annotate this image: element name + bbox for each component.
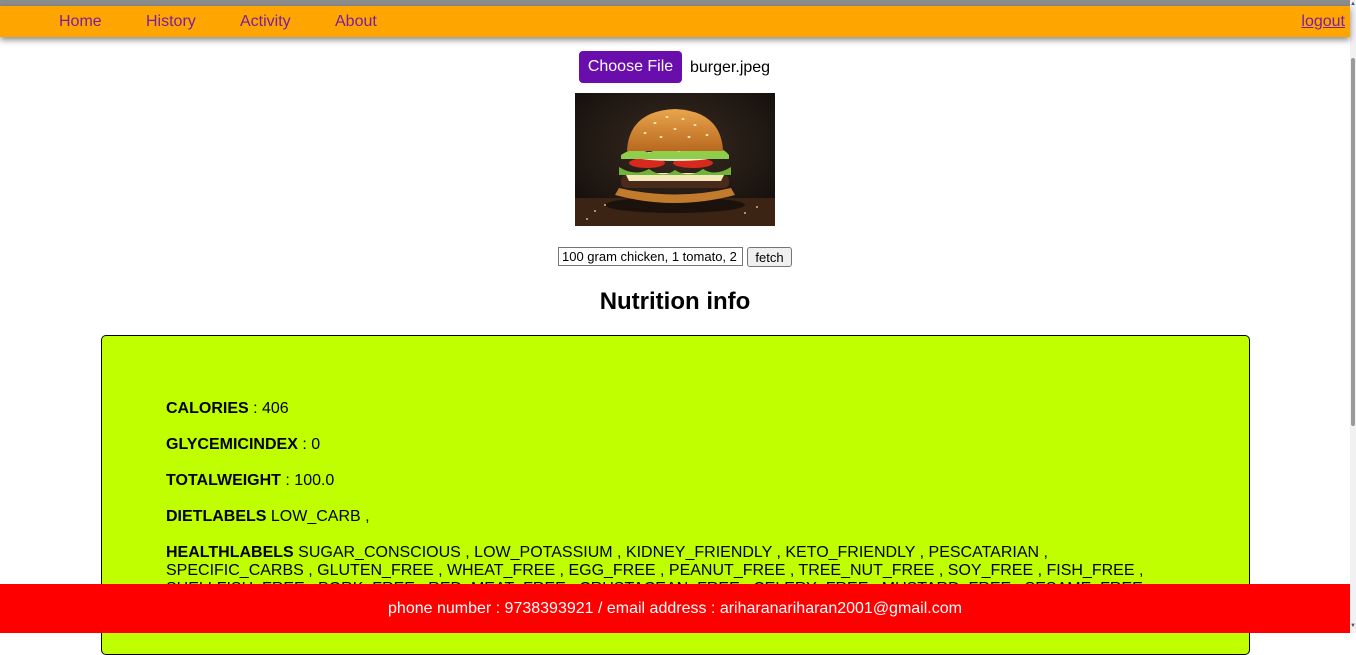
fetch-button[interactable]: fetch <box>747 247 792 267</box>
food-query-input[interactable] <box>558 247 743 266</box>
scroll-up-icon[interactable]: ▲ <box>1350 0 1356 8</box>
nav-home-link[interactable]: Home <box>59 13 102 31</box>
glycemic-index-value: : 0 <box>297 436 321 453</box>
glycemic-index-row: GLYCEMICINDEX : 0 <box>166 436 1166 454</box>
page-scrollbar[interactable]: ▲ ▼ <box>1350 0 1356 633</box>
calories-row: CALORIES : 406 <box>166 400 1166 418</box>
contact-footer: phone number : 9738393921 / email addres… <box>0 584 1350 633</box>
scrollbar-thumb[interactable] <box>1351 58 1355 426</box>
glycemic-index-label: GLYCEMICINDEX <box>166 436 298 453</box>
choose-file-button[interactable]: Choose File <box>579 51 682 83</box>
nav-history-link[interactable]: History <box>146 13 196 31</box>
total-weight-label: TOTALWEIGHT <box>166 472 281 489</box>
diet-labels-row: DIETLABELS LOW_CARB , <box>166 508 1166 526</box>
nutrition-info-title: Nutrition info <box>599 288 751 315</box>
logout-link[interactable]: logout <box>1301 13 1345 31</box>
total-weight-row: TOTALWEIGHT : 100.0 <box>166 472 1166 490</box>
health-labels-label: HEALTHLABELS <box>166 544 294 561</box>
nav-activity-link[interactable]: Activity <box>240 13 291 31</box>
calories-label: CALORIES <box>166 400 249 417</box>
navbar: Home History Activity About logout <box>0 6 1350 37</box>
diet-labels-label: DIETLABELS <box>166 508 267 525</box>
nav-about-link[interactable]: About <box>335 13 377 31</box>
burger-preview-image <box>575 93 775 226</box>
selected-file-name: burger.jpeg <box>690 59 771 76</box>
total-weight-value: : 100.0 <box>280 472 335 489</box>
calories-value: : 406 <box>248 400 289 417</box>
diet-labels-value: LOW_CARB , <box>266 508 370 525</box>
scroll-down-icon[interactable]: ▼ <box>1350 622 1356 630</box>
